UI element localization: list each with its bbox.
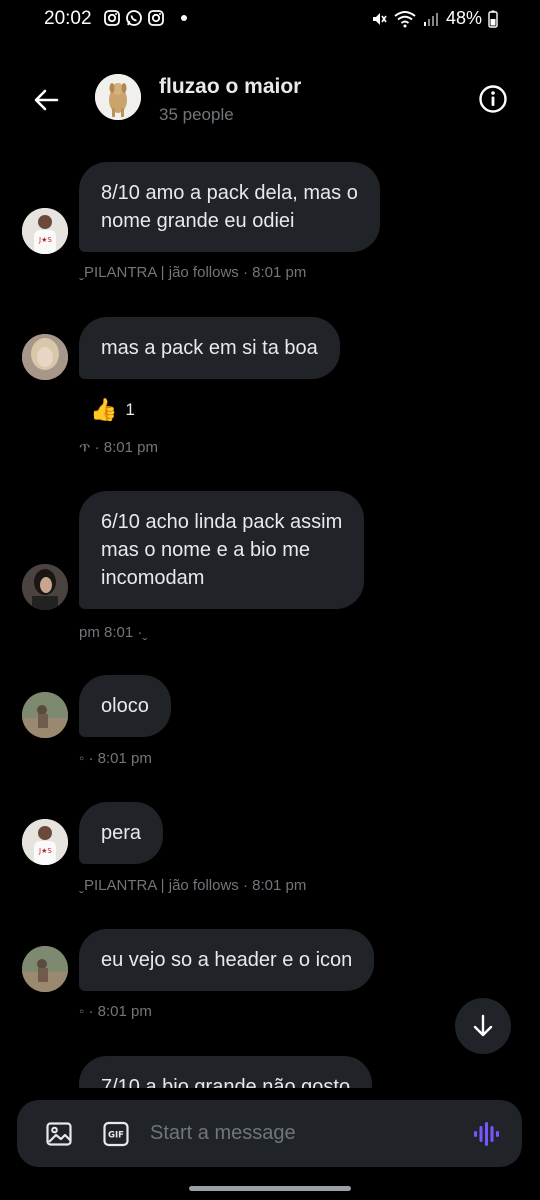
status-bar: 20:02 48% <box>0 0 540 40</box>
thumbs-up-icon: 👍 <box>90 397 118 422</box>
mute-icon <box>372 12 387 25</box>
info-icon <box>479 85 507 113</box>
signal-icon <box>423 12 438 26</box>
message-meta: ጥ · 8:01 pm <box>79 439 158 456</box>
message-bubble[interactable]: pera <box>79 802 164 864</box>
battery-percent: 48% <box>445 8 482 28</box>
sender-avatar[interactable] <box>22 946 68 992</box>
sender-avatar[interactable] <box>22 564 68 610</box>
person-avatar-icon: J★S <box>22 208 68 254</box>
person-avatar-icon <box>22 564 68 610</box>
message-bubble[interactable]: 8/10 amo a pack dela, mas o nome grande … <box>79 162 380 252</box>
person-avatar-icon <box>22 946 68 992</box>
svg-text:J★S: J★S <box>38 236 52 244</box>
message-meta: ◦ · 8:01 pm <box>79 1003 152 1020</box>
person-avatar-icon <box>22 692 68 738</box>
dog-avatar-icon <box>95 74 141 120</box>
status-time: 20:02 <box>44 8 92 29</box>
instagram-icon <box>148 10 164 26</box>
person-avatar-icon <box>22 334 68 380</box>
group-member-count: 35 people <box>159 105 234 124</box>
notification-dot-icon <box>181 15 187 21</box>
message-meta: pm 8:01 ·ˬ <box>79 624 148 641</box>
whatsapp-icon <box>126 10 142 26</box>
image-icon[interactable] <box>45 1120 73 1148</box>
composer-area: GIF <box>0 1088 540 1200</box>
reaction-count: 1 <box>125 400 135 419</box>
back-button[interactable] <box>26 80 66 120</box>
svg-text:GIF: GIF <box>108 1131 124 1141</box>
group-avatar[interactable] <box>95 74 141 120</box>
sender-avatar[interactable] <box>22 692 68 738</box>
voice-message-icon[interactable] <box>472 1120 500 1148</box>
svg-text:J★S: J★S <box>38 847 52 855</box>
message-meta: ˬPILANTRA | jão follows · 8:01 pm <box>79 877 307 894</box>
gif-icon[interactable]: GIF <box>103 1121 129 1147</box>
arrow-left-icon <box>34 89 59 111</box>
composer: GIF <box>17 1100 522 1167</box>
reaction[interactable]: 👍 1 <box>90 397 135 423</box>
sender-avatar[interactable]: J★S <box>22 208 68 254</box>
message-bubble[interactable]: eu vejo so a header e o icon <box>79 929 375 991</box>
group-title[interactable]: fluzao o maior <box>159 75 301 99</box>
message-input[interactable] <box>150 1118 450 1148</box>
message-bubble[interactable]: 6/10 acho linda pack assim mas o nome e … <box>79 491 365 609</box>
message-meta: ˬPILANTRA | jão follows · 8:01 pm <box>79 264 307 281</box>
battery-icon <box>488 10 498 28</box>
message-bubble[interactable]: oloco <box>79 675 171 737</box>
wifi-icon <box>394 10 416 27</box>
message-bubble[interactable]: mas a pack em si ta boa <box>79 317 340 379</box>
sender-avatar[interactable] <box>22 334 68 380</box>
conversation-header: fluzao o maior 35 people <box>0 60 540 140</box>
scroll-to-bottom-button[interactable] <box>455 998 511 1054</box>
home-indicator[interactable] <box>189 1186 351 1191</box>
instagram-icon <box>104 10 120 26</box>
arrow-down-icon <box>473 1014 493 1037</box>
sender-avatar[interactable]: J★S <box>22 819 68 865</box>
info-button[interactable] <box>474 80 512 118</box>
person-avatar-icon: J★S <box>22 819 68 865</box>
message-meta: ◦ · 8:01 pm <box>79 750 152 767</box>
